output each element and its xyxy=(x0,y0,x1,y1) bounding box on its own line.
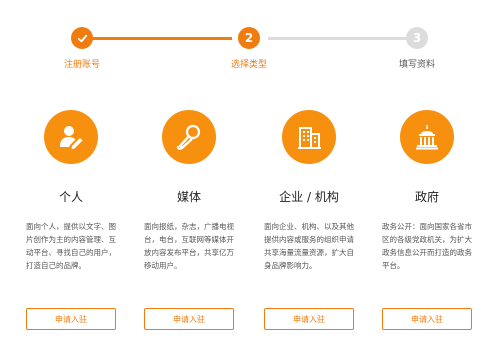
step-3-circle: 3 xyxy=(406,27,428,49)
card-description: 面向报纸，杂志，广播电视台，电台，互联网等媒体开放内容发布平台，共享亿万移动用户… xyxy=(144,222,234,270)
step-3-label: 填写资料 xyxy=(398,60,435,70)
card-description: 面向个人，提供以文字、图片创作为主的内容管理、互动平台、寻找自己的用户，打造自己… xyxy=(26,222,116,270)
step-connector-completed xyxy=(92,37,232,40)
apply-button-personal[interactable]: 申请入驻 xyxy=(26,308,116,330)
apply-button-enterprise[interactable]: 申请入驻 xyxy=(264,308,354,330)
card-title: 媒体 xyxy=(176,190,201,204)
card-icon-circle xyxy=(44,110,98,164)
card-personal: 个人 面向个人，提供以文字、图片创作为主的内容管理、互动平台、寻找自己的用户，打… xyxy=(22,100,122,340)
step-1-circle xyxy=(71,27,93,49)
step-2-circle: 2 xyxy=(238,27,260,49)
card-government: 政府 政务公开：面向国家各省市区的各级党政机关，为扩大政务信息公开而打造的政务平… xyxy=(378,100,478,340)
microphone-icon xyxy=(176,124,201,150)
card-title: 政府 xyxy=(414,190,439,204)
card-icon-circle xyxy=(162,110,216,164)
step-2-number: 2 xyxy=(244,31,254,45)
apply-button-government[interactable]: 申请入驻 xyxy=(382,308,472,330)
step-connector-pending xyxy=(268,37,408,40)
checkmark-icon xyxy=(77,34,87,42)
step-2-label: 选择类型 xyxy=(230,60,267,70)
account-type-cards: 个人 面向个人，提供以文字、图片创作为主的内容管理、互动平台、寻找自己的用户，打… xyxy=(0,100,500,350)
card-enterprise: 企业 / 机构 面向企业、机构、以及其他提供内容或服务的组织申请共享海量流量资源… xyxy=(260,100,360,340)
card-icon-circle xyxy=(400,110,454,164)
step-3-number: 3 xyxy=(412,31,422,45)
person-pen-icon xyxy=(60,126,83,149)
apply-button-media[interactable]: 申请入驻 xyxy=(144,308,234,330)
card-media: 媒体 面向报纸，杂志，广播电视台，电台，互联网等媒体开放内容发布平台，共享亿万移… xyxy=(140,100,240,340)
card-icon-circle xyxy=(282,110,336,164)
card-title: 个人 xyxy=(58,190,83,204)
step-1-label: 注册账号 xyxy=(63,60,100,70)
card-description: 面向企业、机构、以及其他提供内容或服务的组织申请共享海量流量资源，扩大自身品牌影… xyxy=(264,222,354,270)
card-description: 政务公开：面向国家各省市区的各级党政机关，为扩大政务信息公开而打造的政务平台。 xyxy=(382,222,472,270)
office-buildings-icon xyxy=(298,127,321,149)
card-title: 企业 / 机构 xyxy=(279,190,339,204)
government-building-icon xyxy=(416,125,438,150)
registration-stepper: 2 3 注册账号 选择类型 填写资料 xyxy=(0,0,500,80)
